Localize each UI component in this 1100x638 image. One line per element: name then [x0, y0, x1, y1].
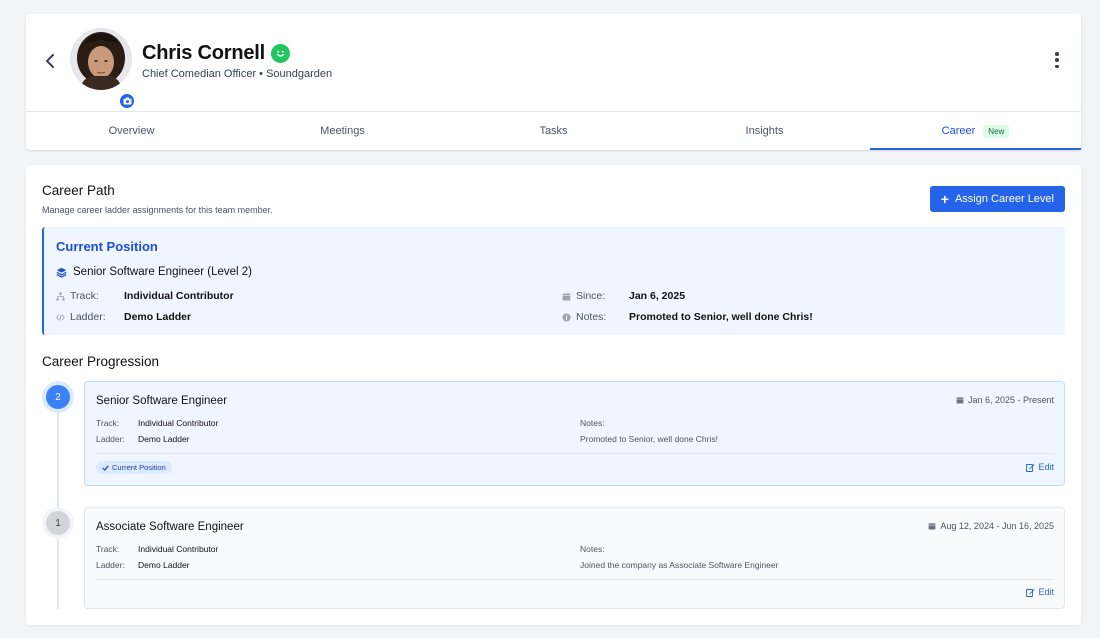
calendar-icon [929, 523, 936, 530]
divider [96, 453, 1054, 454]
chevron-left-icon [46, 54, 54, 68]
progression-card: Associate Software Engineer Aug 12, 2024… [84, 507, 1065, 609]
edit-button[interactable]: Edit [1026, 587, 1054, 597]
tab-meetings[interactable]: Meetings [237, 112, 448, 150]
progression-date: Jan 6, 2025 - Present [956, 395, 1054, 405]
avatar[interactable] [70, 28, 132, 90]
calendar-icon [956, 397, 964, 404]
profile-name: Chris Cornell [142, 42, 265, 64]
info-icon [562, 313, 571, 321]
divider [96, 579, 1054, 580]
current-track: Track: Individual Contributor [56, 290, 356, 302]
profile-subtitle: Chief Comedian Officer • Soundgarden [142, 68, 333, 80]
current-role: Senior Software Engineer (Level 2) [56, 266, 252, 278]
tab-insights[interactable]: Insights [659, 112, 870, 150]
new-badge: New [983, 124, 1010, 138]
edit-button[interactable]: Edit [1026, 462, 1054, 472]
career-panel: Career Path Manage career ladder assignm… [26, 165, 1081, 625]
tab-overview[interactable]: Overview [26, 112, 237, 150]
name-row: Chris Cornell [142, 42, 290, 65]
timeline-line [57, 397, 59, 609]
calendar-icon [562, 293, 571, 300]
current-position-badge: Current Position [96, 461, 172, 474]
change-photo-button[interactable] [118, 92, 136, 110]
code-icon [56, 313, 65, 321]
timeline-step-1: 1 [46, 511, 70, 535]
back-button[interactable] [40, 51, 60, 71]
smile-icon [270, 44, 290, 63]
edit-icon [1026, 463, 1036, 472]
camera-icon [123, 97, 131, 105]
current-ladder: Ladder: Demo Ladder [56, 311, 356, 323]
tab-career[interactable]: Career New [870, 112, 1081, 150]
edit-icon [1026, 588, 1036, 597]
progression-date: Aug 12, 2024 - Jun 16, 2025 [928, 521, 1054, 531]
section-title: Career Path [42, 183, 115, 198]
layers-icon [56, 267, 67, 278]
current-notes: Notes: Promoted to Senior, well done Chr… [562, 311, 1062, 323]
more-options-button[interactable] [1053, 52, 1061, 68]
vertical-dots-icon [1055, 52, 1059, 56]
current-position-card: Current Position Senior Software Enginee… [42, 227, 1065, 335]
plus-icon: + [940, 191, 949, 207]
sitemap-icon [56, 292, 65, 300]
check-icon [102, 464, 109, 471]
avatar-container [70, 28, 136, 110]
progression-role-title: Senior Software Engineer [96, 395, 228, 407]
current-since: Since: Jan 6, 2025 [562, 290, 862, 302]
profile-header: Chris Cornell Chief Comedian Officer • S… [26, 14, 1081, 150]
progression-role-title: Associate Software Engineer [96, 521, 244, 533]
tab-tasks[interactable]: Tasks [448, 112, 659, 150]
progression-card: Senior Software Engineer Jan 6, 2025 - P… [84, 381, 1065, 486]
tab-bar: Overview Meetings Tasks Insights Career … [26, 111, 1081, 150]
assign-career-level-button[interactable]: + Assign Career Level [929, 186, 1065, 212]
section-description: Manage career ladder assignments for thi… [42, 205, 273, 215]
progression-title: Career Progression [42, 354, 160, 369]
current-position-heading: Current Position [56, 239, 158, 254]
timeline-step-2: 2 [46, 385, 70, 409]
